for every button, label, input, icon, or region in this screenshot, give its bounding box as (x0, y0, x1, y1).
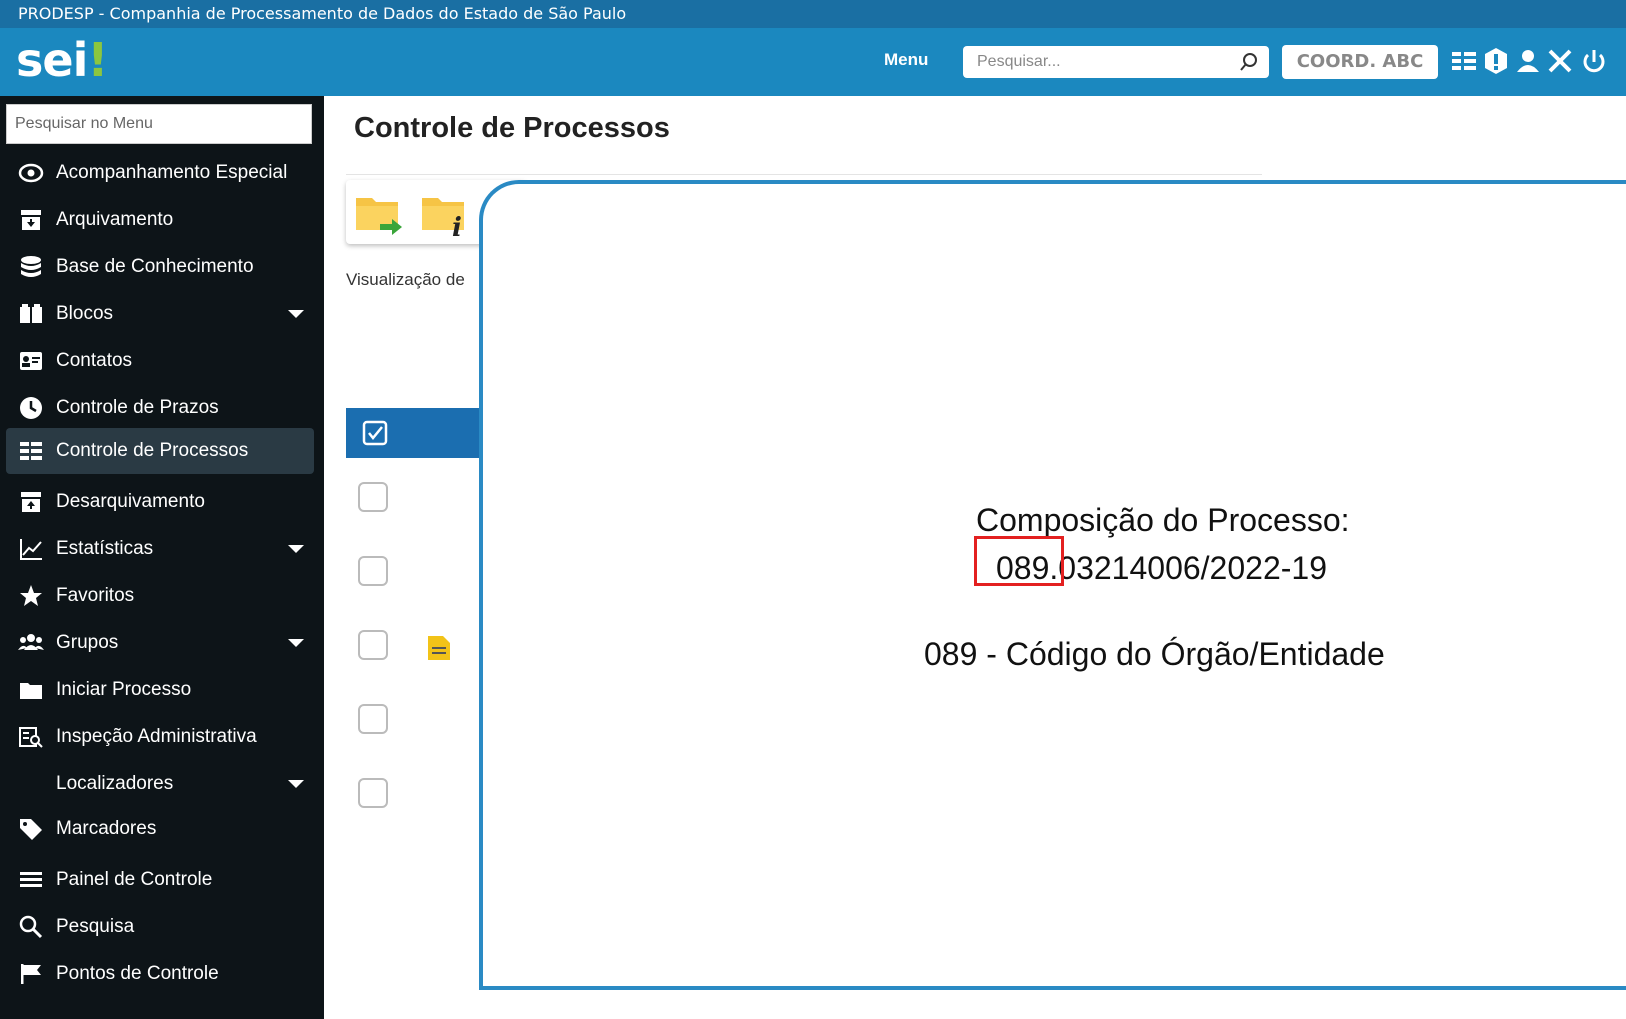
chart-line-icon (14, 535, 48, 563)
search-icon[interactable] (1239, 52, 1259, 72)
sidebar-item-label: Pontos de Controle (56, 963, 219, 984)
contact-card-icon (14, 347, 48, 375)
list-icon[interactable] (1450, 46, 1478, 76)
clock-icon (14, 394, 48, 422)
unit-selector-button[interactable]: COORD. ABC (1282, 45, 1438, 79)
sidebar-item-localizadores[interactable]: Localizadores (6, 761, 314, 807)
menu-toggle-button[interactable]: Menu (884, 50, 928, 70)
sidebar-item-label: Contatos (56, 350, 133, 371)
sidebar-item-label: Inspeção Administrativa (56, 726, 257, 747)
sidebar-item-base-de-conhecimento[interactable]: Base de Conhecimento (6, 244, 314, 290)
sidebar-item-inspecao-administrativa[interactable]: Inspeção Administrativa (6, 714, 314, 760)
flag-icon (14, 960, 48, 988)
chevron-down-icon (288, 310, 304, 318)
sidebar-item-label: Grupos (56, 632, 119, 653)
sidebar-item-label: Favoritos (56, 585, 135, 606)
svg-text:i: i (452, 213, 462, 238)
sidebar-item-arquivamento[interactable]: Arquivamento (6, 197, 314, 243)
select-all-checkbox[interactable] (362, 420, 388, 446)
row-checkbox[interactable] (358, 778, 388, 808)
database-icon (14, 253, 48, 281)
sidebar-item-label: Estatísticas (56, 538, 154, 559)
tag-icon (14, 815, 48, 843)
annotation-note-icon[interactable] (426, 634, 452, 662)
row-checkbox[interactable] (358, 704, 388, 734)
header-search (963, 46, 1269, 78)
row-checkbox[interactable] (358, 556, 388, 586)
sidebar-item-desarquivamento[interactable]: Desarquivamento (6, 479, 314, 525)
sidebar-item-label: Blocos (56, 303, 114, 324)
menu-lines-icon (14, 866, 48, 894)
sidebar-item-favoritos[interactable]: Favoritos (6, 573, 314, 619)
sidebar-item-marcadores[interactable]: Marcadores (6, 806, 314, 852)
sidebar-item-label: Controle de Prazos (56, 397, 219, 418)
chevron-down-icon (288, 545, 304, 553)
sidebar-item-grupos[interactable]: Grupos (6, 620, 314, 666)
sidebar-menu: Acompanhamento Especial Arquivamento Bas… (0, 96, 324, 1019)
sidebar-item-label: Iniciar Processo (56, 679, 192, 700)
process-info-folder-icon[interactable]: i (420, 190, 470, 238)
sidebar-item-label: Acompanhamento Especial (56, 162, 288, 183)
row-checkbox[interactable] (358, 630, 388, 660)
sidebar-item-painel-de-controle[interactable]: Painel de Controle (6, 857, 314, 903)
org-code-explanation: 089 - Código do Órgão/Entidade (924, 636, 1385, 672)
send-process-folder-icon[interactable] (354, 190, 404, 238)
user-icon[interactable] (1514, 46, 1542, 76)
sidebar-item-label: Painel de Controle (56, 869, 213, 890)
star-icon (14, 582, 48, 610)
sei-logo[interactable]: sei! (16, 28, 108, 96)
sidebar-item-contatos[interactable]: Contatos (6, 338, 314, 384)
menu-search (6, 104, 312, 144)
search-icon (14, 913, 48, 941)
sidebar-item-acompanhamento-especial[interactable]: Acompanhamento Especial (6, 150, 314, 196)
view-mode-text: Visualização de (346, 270, 465, 289)
list-icon (14, 437, 48, 465)
eye-icon (14, 159, 48, 187)
sidebar-item-label: Desarquivamento (56, 491, 205, 512)
folder-icon (14, 676, 48, 704)
sidebar-item-pesquisa[interactable]: Pesquisa (6, 904, 314, 950)
chevron-down-icon (288, 780, 304, 788)
sidebar-item-controle-de-prazos[interactable]: Controle de Prazos (6, 385, 314, 431)
chevron-down-icon (288, 639, 304, 647)
sidebar-item-estatisticas[interactable]: Estatísticas (6, 526, 314, 572)
sidebar-item-label: Marcadores (56, 818, 157, 839)
composition-heading: Composição do Processo: (976, 502, 1350, 538)
blocks-icon (14, 300, 48, 328)
sidebar-item-label: Pesquisa (56, 916, 135, 937)
header-search-input[interactable] (963, 46, 1223, 78)
group-icon (14, 629, 48, 657)
inspection-icon (14, 723, 48, 751)
page-title: Controle de Processos (354, 112, 670, 144)
alert-icon[interactable] (1482, 46, 1510, 76)
sidebar-item-label: Localizadores (56, 773, 174, 794)
sidebar-item-label: Base de Conhecimento (56, 256, 254, 277)
unarchive-icon (14, 488, 48, 516)
power-icon[interactable] (1580, 46, 1608, 76)
sidebar-item-blocos[interactable]: Blocos (6, 291, 314, 337)
sidebar-item-iniciar-processo[interactable]: Iniciar Processo (6, 667, 314, 713)
logo-text: sei (16, 33, 88, 87)
process-number-rest: .03214006/2022-19 (1049, 550, 1327, 586)
sidebar-item-pontos-de-controle[interactable]: Pontos de Controle (6, 951, 314, 997)
logo-mark: ! (87, 33, 108, 87)
sidebar-item-controle-de-processos[interactable]: Controle de Processos (6, 428, 314, 474)
org-banner: PRODESP - Companhia de Processamento de … (0, 0, 1626, 28)
menu-search-input[interactable] (7, 105, 311, 143)
header-bar: sei! Menu COORD. ABC (0, 28, 1626, 96)
process-table-header (346, 408, 486, 458)
row-checkbox[interactable] (358, 482, 388, 512)
org-code-highlight-box (974, 536, 1064, 586)
sidebar-item-label: Arquivamento (56, 209, 174, 230)
sidebar-item-label: Controle de Processos (56, 440, 249, 461)
tools-icon[interactable] (1546, 46, 1574, 76)
archive-icon (14, 206, 48, 234)
title-divider (346, 174, 1262, 175)
